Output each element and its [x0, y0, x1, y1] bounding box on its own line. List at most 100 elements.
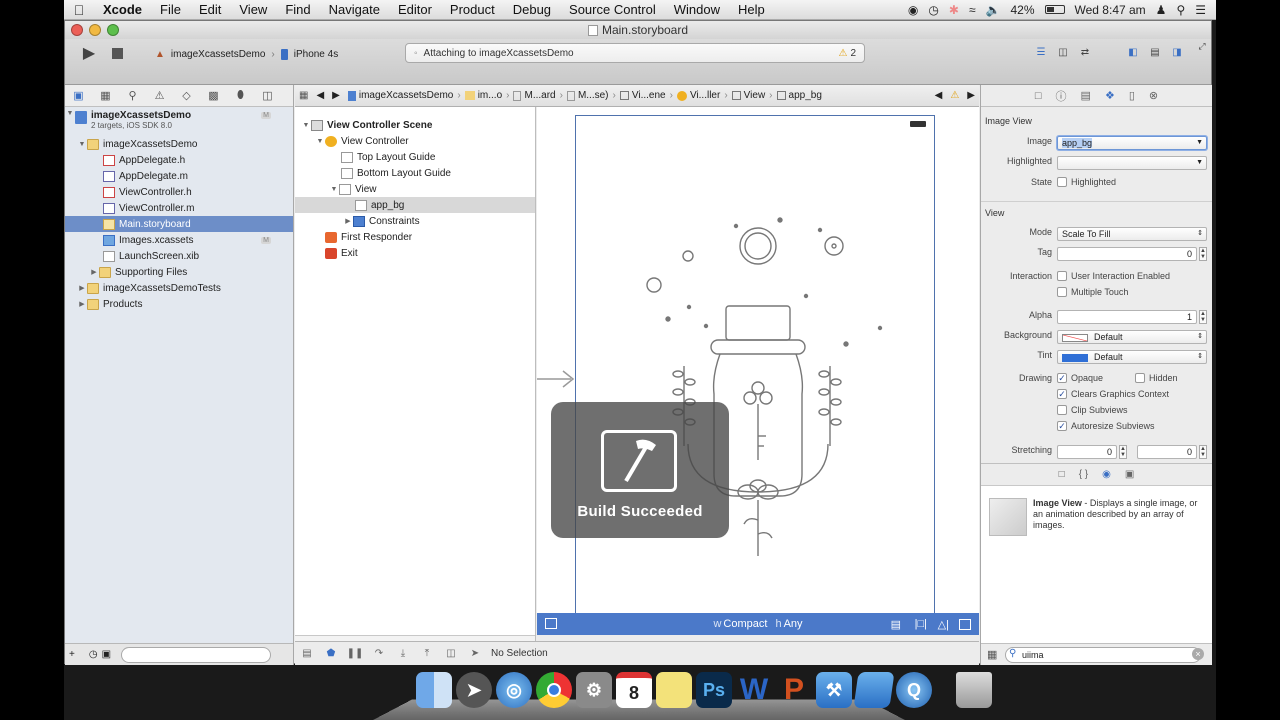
calendar-icon[interactable]: 8 [616, 672, 652, 708]
size-inspector-icon[interactable]: ▯ [1129, 89, 1135, 102]
outline-scene[interactable]: ▼ View Controller Scene [295, 117, 535, 133]
menu-edit[interactable]: Edit [190, 2, 230, 17]
resizing-icon[interactable] [959, 618, 971, 630]
standard-editor-button[interactable]: ☰ [1031, 43, 1051, 61]
issue-icon[interactable]: ⚠ [146, 89, 173, 102]
breakpoint-icon[interactable]: ⬮ [227, 89, 254, 102]
group-row[interactable]: ▶ imageXcassetsDemoTests [65, 280, 293, 296]
menu-view[interactable]: View [230, 2, 276, 17]
group-row[interactable]: ▶ Supporting Files [65, 264, 293, 280]
resolve-icon[interactable]: △| [938, 618, 949, 631]
align-icon[interactable]: ▤ [891, 618, 901, 631]
jump-segment-scene[interactable]: Vi...ene [616, 90, 670, 101]
library-item[interactable]: Image View - Displays a single image, or… [987, 494, 1207, 544]
disclosure-open-icon[interactable]: ▼ [301, 122, 311, 129]
group-row[interactable]: ▼ imageXcassetsDemo [65, 136, 293, 152]
outline-bottom-guide[interactable]: Bottom Layout Guide [295, 165, 535, 181]
file-row[interactable]: Images.xcassets M [65, 232, 293, 248]
outline-view[interactable]: ▼ View [295, 181, 535, 197]
related-items-icon[interactable]: ▦ [295, 90, 312, 101]
toggle-utilities-button[interactable]: ◨ [1167, 43, 1187, 61]
attributes-inspector-icon[interactable]: ❖ [1105, 89, 1115, 102]
stretch-y-stepper[interactable]: ▲ ▼ [1199, 445, 1207, 459]
disclosure-open-icon[interactable]: ▼ [329, 186, 339, 193]
menu-debug[interactable]: Debug [504, 2, 560, 17]
file-row[interactable]: ViewController.m [65, 200, 293, 216]
stretch-x-stepper[interactable]: ▲ ▼ [1119, 445, 1127, 459]
assistant-editor-button[interactable]: ◫ [1053, 43, 1073, 61]
autoresize-checkbox[interactable]: ✓ [1057, 421, 1067, 431]
menu-product[interactable]: Product [441, 2, 504, 17]
add-icon[interactable]: + [69, 649, 75, 660]
scheme-selector[interactable]: ▲ imageXcassetsDemo › iPhone 4s [155, 45, 338, 63]
user-icon[interactable]: ♟ [1156, 3, 1167, 17]
object-library-icon[interactable]: ◉ [1102, 469, 1111, 480]
chrome-icon[interactable] [536, 672, 572, 708]
tint-popup[interactable]: Default ⇕ [1057, 350, 1207, 364]
menu-help[interactable]: Help [729, 2, 774, 17]
photoshop-icon[interactable]: Ps [696, 672, 732, 708]
issue-back-button[interactable]: ◀ [931, 90, 947, 101]
version-editor-button[interactable]: ⇄ [1075, 43, 1095, 61]
file-inspector-icon[interactable]: □ [1035, 90, 1042, 102]
menu-xcode[interactable]: Xcode [94, 2, 151, 17]
preferences-icon[interactable]: ⚙ [576, 672, 612, 708]
minimize-button[interactable] [89, 24, 101, 36]
word-icon[interactable]: W [736, 672, 772, 708]
trash-icon[interactable] [956, 672, 992, 708]
media-library-icon[interactable]: ▣ [1125, 469, 1134, 480]
file-row[interactable]: LaunchScreen.xib [65, 248, 293, 264]
menu-find[interactable]: Find [276, 2, 319, 17]
back-button[interactable]: ◀ [312, 90, 328, 101]
clear-search-icon[interactable]: × [1192, 648, 1204, 660]
app-bg-image[interactable] [576, 116, 936, 636]
menu-file[interactable]: File [151, 2, 190, 17]
close-button[interactable] [71, 24, 83, 36]
jump-segment-controller[interactable]: Vi...ller [673, 90, 724, 101]
highlighted-field[interactable]: ▼ [1057, 156, 1207, 170]
alpha-stepper[interactable]: ▲ ▼ [1199, 310, 1207, 324]
alpha-field[interactable]: 1 [1057, 310, 1197, 324]
search-icon[interactable]: ⚲ [119, 89, 146, 102]
highlighted-checkbox[interactable] [1057, 177, 1067, 187]
list-icon[interactable]: ☰ [1195, 3, 1206, 17]
spotlight-icon[interactable]: ⚲ [1176, 3, 1185, 17]
outline-top-guide[interactable]: Top Layout Guide [295, 149, 535, 165]
jump-segment-base[interactable]: M...se) [563, 90, 613, 101]
jump-segment-project[interactable]: imageXcassetsDemo [344, 90, 457, 101]
group-row[interactable]: ▶ Products [65, 296, 293, 312]
toggle-outline-icon[interactable] [545, 618, 557, 629]
view-controller-frame[interactable] [575, 115, 935, 635]
clip-subviews-checkbox[interactable] [1057, 405, 1067, 415]
xcode-icon[interactable]: ⚒ [816, 672, 852, 708]
stickies-icon[interactable] [656, 672, 692, 708]
identity-inspector-icon[interactable]: ▤ [1081, 89, 1091, 102]
navigator-filter-input[interactable] [121, 646, 272, 663]
pause-icon[interactable]: ❚❚ [343, 648, 367, 659]
view-debug-icon[interactable]: ◫ [439, 648, 463, 659]
file-row[interactable]: ViewController.h [65, 184, 293, 200]
library-search-input[interactable]: uiima [1005, 647, 1201, 663]
step-out-icon[interactable]: ⤒ [415, 648, 439, 659]
jump-segment-group[interactable]: im...o [461, 90, 506, 101]
file-template-icon[interactable]: □ [1059, 469, 1065, 480]
run-button[interactable]: ▶ [77, 43, 101, 63]
outline-first-responder[interactable]: First Responder [295, 229, 535, 245]
disclosure-closed-icon[interactable]: ▶ [89, 268, 99, 276]
outline-image-selected[interactable]: app_bg [295, 197, 535, 213]
file-row[interactable]: AppDelegate.m [65, 168, 293, 184]
fullscreen-icon[interactable]: ⤢ [1195, 39, 1209, 53]
disclosure-open-icon[interactable]: ▼ [315, 138, 325, 145]
zoom-button[interactable] [107, 24, 119, 36]
storyboard-canvas[interactable] [537, 107, 979, 635]
breakpoints-icon[interactable]: ⬟ [319, 648, 343, 659]
stop-button[interactable] [107, 43, 127, 63]
file-row-selected[interactable]: Main.storyboard [65, 216, 293, 232]
project-row[interactable]: ▼ imageXcassetsDemo 2 targets, iOS SDK 8… [65, 110, 293, 136]
clears-context-checkbox[interactable]: ✓ [1057, 389, 1067, 399]
disclosure-open-icon[interactable]: ▼ [77, 141, 87, 148]
outline-exit[interactable]: Exit [295, 245, 535, 261]
stretch-x-field[interactable]: 0 [1057, 445, 1117, 459]
debug-icon[interactable]: ▩ [200, 89, 227, 102]
jump-segment-view[interactable]: View [728, 90, 770, 101]
